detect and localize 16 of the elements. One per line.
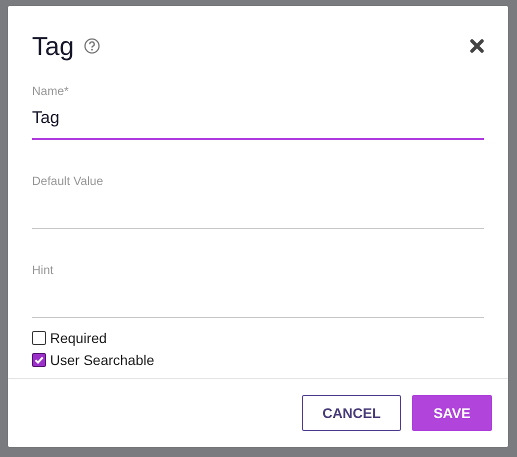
text-field[interactable]: Name* Tag (32, 78, 484, 140)
field-label: Name* (32, 83, 70, 98)
checkbox-label: Required (50, 330, 107, 346)
cancel-button[interactable]: CANCEL (302, 395, 401, 431)
save-button[interactable]: SAVE (412, 395, 492, 431)
field-label: Default Value (32, 173, 104, 188)
text-field[interactable]: Default Value (32, 168, 484, 229)
field-value: Tag (32, 107, 60, 129)
text-field[interactable]: Hint (32, 257, 484, 318)
checkbox[interactable] (32, 331, 46, 345)
field-label: Hint (32, 262, 54, 277)
checkbox-label: User Searchable (50, 352, 154, 368)
checkbox[interactable] (32, 353, 46, 367)
help-icon[interactable] (84, 38, 100, 54)
dialog-title: Tag (32, 30, 74, 62)
close-icon[interactable] (470, 39, 484, 53)
